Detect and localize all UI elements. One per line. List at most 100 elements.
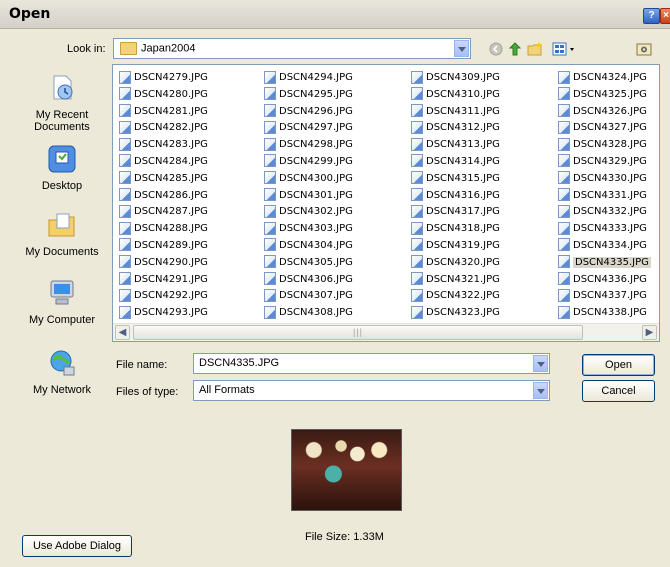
file-item[interactable]: DSCN4331.JPG: [558, 188, 651, 205]
look-in-dropdown[interactable]: Japan2004: [113, 38, 471, 59]
views-menu-icon[interactable]: [552, 41, 578, 57]
file-item[interactable]: DSCN4328.JPG: [558, 137, 651, 154]
title-bar[interactable]: Open ? ×: [0, 0, 670, 29]
file-item[interactable]: DSCN4321.JPG: [411, 272, 500, 289]
file-item[interactable]: DSCN4311.JPG: [411, 104, 500, 121]
file-item[interactable]: DSCN4281.JPG: [119, 104, 208, 121]
file-name-input[interactable]: DSCN4335.JPG: [193, 353, 550, 374]
open-button[interactable]: Open: [582, 354, 655, 376]
file-item[interactable]: DSCN4308.JPG: [264, 305, 353, 322]
file-item[interactable]: DSCN4307.JPG: [264, 288, 353, 305]
file-item[interactable]: DSCN4323.JPG: [411, 305, 500, 322]
use-adobe-dialog-button[interactable]: Use Adobe Dialog: [22, 535, 132, 557]
file-item[interactable]: DSCN4332.JPG: [558, 204, 651, 221]
chevron-down-icon[interactable]: [533, 382, 548, 399]
file-item[interactable]: DSCN4292.JPG: [119, 288, 208, 305]
file-type-dropdown[interactable]: All Formats: [193, 380, 550, 401]
place-recent-documents[interactable]: My Recent Documents: [16, 73, 108, 133]
file-item[interactable]: DSCN4318.JPG: [411, 221, 500, 238]
file-item[interactable]: DSCN4300.JPG: [264, 171, 353, 188]
image-file-icon: [558, 104, 570, 118]
tools-icon[interactable]: [636, 41, 652, 57]
file-item[interactable]: DSCN4299.JPG: [264, 154, 353, 171]
file-item[interactable]: DSCN4285.JPG: [119, 171, 208, 188]
file-item[interactable]: DSCN4279.JPG: [119, 70, 208, 87]
file-item[interactable]: DSCN4334.JPG: [558, 238, 651, 255]
file-item[interactable]: DSCN4327.JPG: [558, 120, 651, 137]
file-item[interactable]: DSCN4296.JPG: [264, 104, 353, 121]
horizontal-scrollbar[interactable]: ◀ ||| ▶: [113, 323, 659, 341]
my-documents-icon: [48, 213, 75, 237]
file-item[interactable]: DSCN4319.JPG: [411, 238, 500, 255]
file-item[interactable]: DSCN4280.JPG: [119, 87, 208, 104]
close-icon[interactable]: ×: [660, 8, 670, 24]
new-folder-icon[interactable]: [527, 41, 543, 57]
file-item[interactable]: DSCN4294.JPG: [264, 70, 353, 87]
file-item[interactable]: DSCN4335.JPG: [558, 255, 651, 272]
file-item[interactable]: DSCN4337.JPG: [558, 288, 651, 305]
file-item[interactable]: DSCN4297.JPG: [264, 120, 353, 137]
image-file-icon: [411, 120, 423, 134]
file-item[interactable]: DSCN4336.JPG: [558, 272, 651, 289]
file-item[interactable]: DSCN4306.JPG: [264, 272, 353, 289]
file-item[interactable]: DSCN4310.JPG: [411, 87, 500, 104]
file-item[interactable]: DSCN4290.JPG: [119, 255, 208, 272]
image-file-icon: [558, 87, 570, 101]
place-my-computer[interactable]: My Computer: [16, 278, 108, 326]
image-file-icon: [558, 137, 570, 151]
scroll-left-icon[interactable]: ◀: [115, 325, 130, 340]
file-item[interactable]: DSCN4301.JPG: [264, 188, 353, 205]
file-item[interactable]: DSCN4322.JPG: [411, 288, 500, 305]
file-item[interactable]: DSCN4314.JPG: [411, 154, 500, 171]
file-item[interactable]: DSCN4302.JPG: [264, 204, 353, 221]
file-name: DSCN4286.JPG: [134, 189, 208, 201]
file-item[interactable]: DSCN4304.JPG: [264, 238, 353, 255]
chevron-down-icon[interactable]: [454, 40, 469, 57]
file-item[interactable]: DSCN4317.JPG: [411, 204, 500, 221]
place-my-documents[interactable]: My Documents: [16, 210, 108, 258]
image-file-icon: [411, 87, 423, 101]
file-item[interactable]: DSCN4330.JPG: [558, 171, 651, 188]
image-file-icon: [558, 120, 570, 134]
image-file-icon: [558, 255, 570, 269]
file-item[interactable]: DSCN4286.JPG: [119, 188, 208, 205]
scroll-right-icon[interactable]: ▶: [642, 325, 657, 340]
up-folder-icon[interactable]: [507, 41, 523, 57]
file-item[interactable]: DSCN4324.JPG: [558, 70, 651, 87]
file-item[interactable]: DSCN4329.JPG: [558, 154, 651, 171]
file-item[interactable]: DSCN4333.JPG: [558, 221, 651, 238]
file-item[interactable]: DSCN4305.JPG: [264, 255, 353, 272]
file-item[interactable]: DSCN4295.JPG: [264, 87, 353, 104]
image-file-icon: [119, 70, 131, 84]
cancel-button[interactable]: Cancel: [582, 380, 655, 402]
file-item[interactable]: DSCN4289.JPG: [119, 238, 208, 255]
file-item[interactable]: DSCN4315.JPG: [411, 171, 500, 188]
file-item[interactable]: DSCN4313.JPG: [411, 137, 500, 154]
file-item[interactable]: DSCN4288.JPG: [119, 221, 208, 238]
file-name: DSCN4285.JPG: [134, 172, 208, 184]
file-item[interactable]: DSCN4293.JPG: [119, 305, 208, 322]
file-item[interactable]: DSCN4291.JPG: [119, 272, 208, 289]
image-file-icon: [411, 137, 423, 151]
file-list[interactable]: DSCN4279.JPG DSCN4280.JPG DSCN4281.JPG DSCN…: [112, 64, 660, 342]
file-item[interactable]: DSCN4338.JPG: [558, 305, 651, 322]
file-item[interactable]: DSCN4312.JPG: [411, 120, 500, 137]
place-desktop[interactable]: Desktop: [16, 144, 108, 192]
file-item[interactable]: DSCN4282.JPG: [119, 120, 208, 137]
file-item[interactable]: DSCN4298.JPG: [264, 137, 353, 154]
file-item[interactable]: DSCN4320.JPG: [411, 255, 500, 272]
file-item[interactable]: DSCN4287.JPG: [119, 204, 208, 221]
file-item[interactable]: DSCN4283.JPG: [119, 137, 208, 154]
file-item[interactable]: DSCN4325.JPG: [558, 87, 651, 104]
help-icon[interactable]: ?: [643, 8, 660, 24]
file-item[interactable]: DSCN4309.JPG: [411, 70, 500, 87]
place-my-network[interactable]: My Network: [16, 348, 108, 396]
file-item[interactable]: DSCN4326.JPG: [558, 104, 651, 121]
file-item[interactable]: DSCN4316.JPG: [411, 188, 500, 205]
chevron-down-icon[interactable]: [533, 355, 548, 372]
scrollbar-thumb[interactable]: |||: [133, 325, 583, 340]
file-item[interactable]: DSCN4303.JPG: [264, 221, 353, 238]
image-file-icon: [411, 188, 423, 202]
back-icon[interactable]: [488, 41, 504, 57]
file-item[interactable]: DSCN4284.JPG: [119, 154, 208, 171]
